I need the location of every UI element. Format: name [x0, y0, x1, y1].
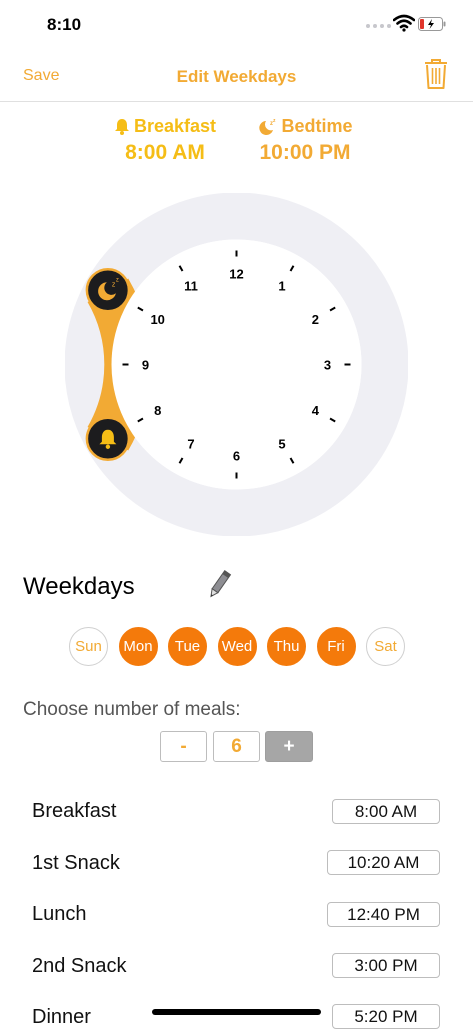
nav-divider: [0, 101, 473, 102]
clock-number-3: 3: [324, 358, 331, 373]
trash-icon[interactable]: [424, 58, 448, 90]
day-mon[interactable]: Mon: [118, 627, 158, 666]
meal-name: Lunch: [32, 903, 87, 925]
meal-name: Breakfast: [32, 800, 117, 822]
meal-name: 2nd Snack: [32, 955, 127, 977]
clock-number-8: 8: [154, 403, 161, 418]
breakfast-handle[interactable]: [85, 416, 131, 461]
meal-time-button[interactable]: 3:00 PM: [332, 953, 440, 978]
breakfast-summary: Breakfast 8:00 AM: [100, 116, 230, 165]
day-fri[interactable]: Fri: [316, 627, 356, 666]
wifi-icon: [393, 14, 415, 32]
clock-number-4: 4: [312, 403, 320, 418]
svg-text:z: z: [273, 118, 276, 124]
status-time: 8:10: [47, 15, 82, 34]
page-title: Edit Weekdays: [176, 67, 297, 86]
meals-count-value: 6: [213, 731, 260, 762]
day-tue[interactable]: Tue: [168, 627, 207, 666]
day-sun[interactable]: Sun: [69, 627, 108, 666]
clock-number-5: 5: [278, 436, 285, 451]
bedtime-time: 10:00 PM: [259, 141, 351, 164]
bedtime-label: Bedtime: [281, 116, 353, 136]
clock-number-12: 12: [229, 267, 243, 282]
bedtime-handle[interactable]: z z: [85, 268, 131, 313]
day-thu[interactable]: Thu: [267, 627, 306, 666]
clock-number-2: 2: [312, 312, 319, 327]
day-sat[interactable]: Sat: [366, 627, 405, 666]
clock-number-9: 9: [142, 358, 149, 373]
meal-time-button[interactable]: 8:00 AM: [332, 799, 440, 824]
meal-name: 1st Snack: [32, 852, 120, 874]
pencil-icon[interactable]: [206, 568, 232, 602]
bedtime-summary: z z Bedtime 10:00 PM: [240, 116, 370, 165]
weekday-selector: Sun Mon Tue Wed Thu Fri Sat: [69, 627, 405, 666]
meal-time-button[interactable]: 10:20 AM: [327, 850, 440, 875]
weekdays-title: Weekdays: [23, 573, 135, 600]
clock-number-1: 1: [278, 279, 285, 294]
bell-icon: [114, 119, 129, 135]
clock-number-11: 11: [184, 279, 198, 294]
battery-icon: [418, 17, 446, 31]
cellular-signal-icon: [366, 24, 391, 28]
svg-text:z: z: [116, 277, 119, 283]
sleep-clock-dial[interactable]: 121234567891011 z z: [65, 193, 408, 536]
meal-time-button[interactable]: 12:40 PM: [327, 902, 440, 927]
clock-number-10: 10: [150, 312, 164, 327]
meal-name: Dinner: [32, 1006, 91, 1028]
clock-number-7: 7: [187, 436, 194, 451]
breakfast-time: 8:00 AM: [125, 141, 205, 164]
day-wed[interactable]: Wed: [217, 627, 257, 666]
meal-time-button[interactable]: 5:20 PM: [332, 1004, 440, 1029]
decrease-meals-button[interactable]: -: [160, 731, 207, 762]
increase-meals-button[interactable]: +: [265, 731, 313, 762]
home-indicator: [152, 1009, 321, 1015]
clock-number-6: 6: [233, 449, 240, 464]
meals-count-label: Choose number of meals:: [23, 699, 241, 720]
breakfast-label: Breakfast: [133, 116, 217, 136]
moon-icon: z z: [259, 118, 276, 135]
